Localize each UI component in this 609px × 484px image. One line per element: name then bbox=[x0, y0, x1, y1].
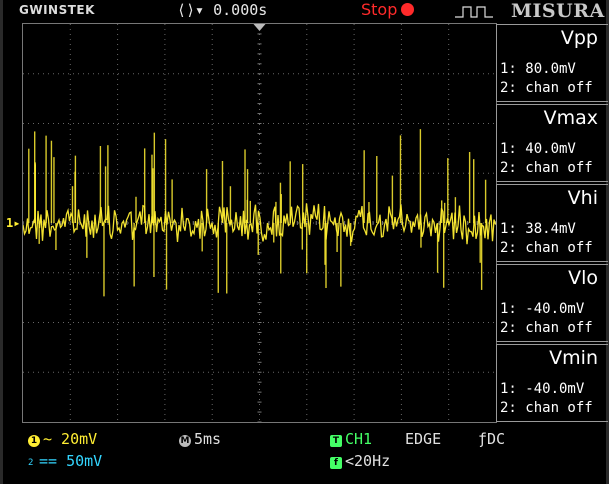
measurement-vmin[interactable]: Vmin 1: -40.0mV 2: chan off bbox=[496, 344, 608, 422]
ch2-scale-value: == 50mV bbox=[39, 452, 103, 470]
misura-logo: MISURA bbox=[511, 0, 605, 22]
trigger-source[interactable]: T CH1 bbox=[330, 430, 372, 448]
ch1-marker-label: 1 bbox=[6, 216, 14, 230]
trigger-edge-icon bbox=[455, 6, 493, 18]
measurement-ch2-value: 2: chan off bbox=[500, 80, 593, 96]
trigger-source-value: CH1 bbox=[345, 430, 373, 448]
measurement-ch1-value: 1: 40.0mV bbox=[500, 141, 576, 157]
coupling-value: DC bbox=[487, 430, 506, 448]
measurement-label: Vlo bbox=[568, 267, 598, 289]
measurement-ch1-value: 1: 80.0mV bbox=[500, 61, 576, 77]
measurement-label: Vmax bbox=[543, 107, 598, 129]
top-status-bar: GWINSTEK ⟨⟩▾ 0.000s Stop MISURA bbox=[3, 0, 606, 22]
ch2-scale[interactable]: 2 == 50mV bbox=[28, 452, 102, 470]
trigger-type[interactable]: EDGE bbox=[405, 430, 441, 448]
measurement-label: Vhi bbox=[567, 187, 598, 209]
ch1-badge-icon: 1 bbox=[28, 435, 40, 447]
measurement-ch1-value: 1: -40.0mV bbox=[500, 301, 585, 317]
measurement-ch2-value: 2: chan off bbox=[500, 240, 593, 256]
measurement-ch2-value: 2: chan off bbox=[500, 320, 593, 336]
horizontal-position-icon: ⟨⟩▾ bbox=[177, 1, 214, 19]
trigger-badge-icon: T bbox=[330, 435, 342, 447]
measurement-ch1-value: 1: -40.0mV bbox=[500, 381, 585, 397]
ch2-badge-icon: 2 bbox=[28, 458, 34, 468]
timebase-badge-icon: M bbox=[179, 435, 191, 447]
measurement-vpp[interactable]: Vpp 1: 80.0mV 2: chan off bbox=[496, 24, 608, 102]
frequency-value: <20Hz bbox=[345, 452, 391, 470]
trigger-position-icon bbox=[253, 24, 266, 31]
measurement-panel: Vpp 1: 80.0mV 2: chan off Vmax 1: 40.0mV 2: c… bbox=[496, 24, 608, 424]
measurement-vlo[interactable]: Vlo 1: -40.0mV 2: chan off bbox=[496, 264, 608, 342]
measurement-ch1-value: 1: 38.4mV bbox=[500, 221, 576, 237]
measurement-label: Vpp bbox=[560, 27, 598, 49]
run-stop-indicator[interactable]: Stop bbox=[361, 0, 415, 19]
measurement-vhi[interactable]: Vhi 1: 38.4mV 2: chan off bbox=[496, 184, 608, 262]
trigger-coupling[interactable]: ƒDC bbox=[478, 430, 505, 448]
measurement-ch2-value: 2: chan off bbox=[500, 400, 593, 416]
time-offset: ⟨⟩▾ 0.000s bbox=[177, 1, 267, 19]
ch1-scale-value: ~ 20mV bbox=[43, 430, 98, 448]
rising-edge-icon: ƒ bbox=[478, 430, 488, 448]
frequency-readout[interactable]: f <20Hz bbox=[330, 452, 390, 470]
time-offset-value: 0.000s bbox=[213, 1, 268, 19]
waveform-graticule bbox=[22, 23, 497, 423]
timebase-value: 5ms bbox=[194, 430, 222, 448]
oscilloscope-screen: GWINSTEK ⟨⟩▾ 0.000s Stop MISURA 1▸ Vpp 1:… bbox=[3, 0, 608, 484]
measurement-vmax[interactable]: Vmax 1: 40.0mV 2: chan off bbox=[496, 104, 608, 182]
run-state-label: Stop bbox=[361, 0, 398, 19]
timebase[interactable]: M 5ms bbox=[179, 430, 221, 448]
measurement-label: Vmin bbox=[549, 347, 598, 369]
brand-label: GWINSTEK bbox=[19, 3, 95, 17]
bottom-status-bar: 1 ~ 20mV 2 == 50mV M 5ms T CH1 EDGE ƒDC f <20… bbox=[3, 424, 606, 484]
stop-dot-icon bbox=[401, 3, 415, 16]
ch1-ground-marker[interactable]: 1▸ bbox=[6, 216, 20, 230]
frequency-badge-icon: f bbox=[330, 457, 342, 469]
ch1-scale[interactable]: 1 ~ 20mV bbox=[28, 430, 97, 448]
waveform-display bbox=[23, 24, 496, 422]
measurement-ch2-value: 2: chan off bbox=[500, 160, 593, 176]
